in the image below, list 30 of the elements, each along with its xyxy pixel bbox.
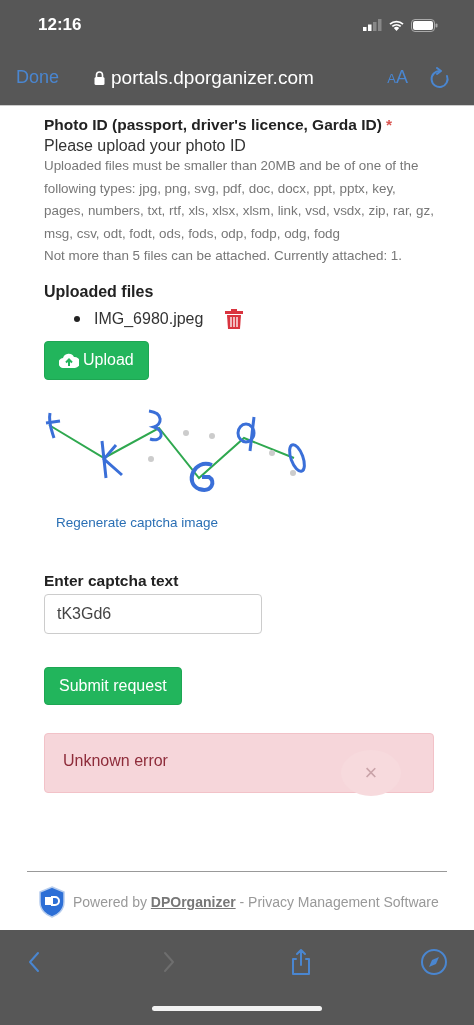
upload-prompt: Please upload your photo ID [44, 137, 247, 155]
done-button[interactable]: Done [16, 67, 94, 88]
shield-logo-icon [39, 886, 65, 918]
battery-icon [411, 18, 438, 32]
compass-icon[interactable] [419, 948, 448, 976]
submit-button[interactable]: Submit request [44, 666, 182, 705]
section-heading: Uploaded files [44, 282, 154, 301]
error-message: Unknown error [63, 751, 168, 770]
upload-button[interactable]: Upload [44, 340, 149, 380]
footer-text: Powered by DPOrganizer - Privacy Management Software [73, 894, 439, 910]
help-text: Not more than 5 files can be attached. Currently attached: 1. [44, 247, 404, 265]
reload-icon[interactable] [430, 66, 450, 89]
status-time: 12:16 [38, 15, 82, 35]
help-text: Uploaded files must be smaller than 20MB and be of one of the following types: jpg, png, svg, pdf, doc, docx, ppt, pptx, key, pages, numbers, txt, rtf, xls, xlsx, xlsm, link, vsd, vsdx, zip, rar, gz, msg, csv, odt, fodt, ods, fods, odp, fodp, odg, fodg [44, 157, 434, 243]
file-name: IMG_6980.jpeg [94, 309, 204, 328]
trash-icon[interactable] [225, 308, 244, 329]
text-size-button[interactable]: AA [387, 67, 408, 88]
bullet-icon [74, 315, 80, 322]
captcha-label: Enter captcha text [44, 571, 180, 590]
regenerate-link[interactable]: Regenerate captcha image [56, 514, 219, 530]
close-button[interactable]: × [341, 749, 401, 796]
footer-link[interactable]: DPOrganizer [150, 894, 236, 910]
required-mark: * [385, 116, 392, 133]
field-label: Photo ID (passport, driver's licence, Garda ID) [44, 116, 382, 133]
signal-icon [363, 19, 382, 31]
captcha-field[interactable]: tK3Gd6 [44, 593, 262, 634]
lock-icon [94, 70, 105, 85]
url-text[interactable]: portals.dporganizer.com [111, 66, 314, 89]
wifi-icon [388, 19, 405, 31]
cloud-upload-icon [59, 352, 79, 368]
